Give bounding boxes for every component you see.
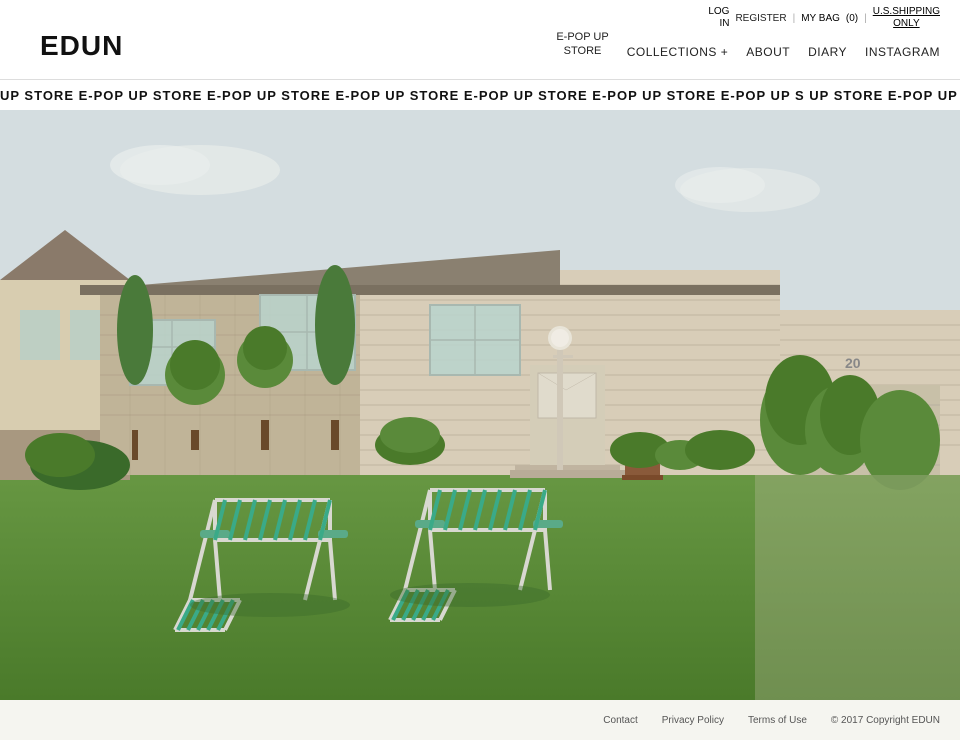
- nav-collections[interactable]: COLLECTIONS +: [627, 45, 729, 59]
- footer-privacy[interactable]: Privacy Policy: [662, 715, 724, 726]
- footer-terms[interactable]: Terms of Use: [748, 715, 807, 726]
- site-logo[interactable]: EDUN: [40, 30, 123, 62]
- us-shipping: U.S.SHIPPINGONLY: [873, 6, 940, 30]
- nav-epop[interactable]: E-POP UPSTORE: [556, 30, 608, 59]
- footer-copyright: © 2017 Copyright EDUN: [831, 715, 940, 726]
- ticker-bar: UP STORE E-POP UP STORE E-POP UP STORE E…: [0, 80, 960, 110]
- register-link[interactable]: REGISTER: [735, 13, 786, 24]
- top-bar: LOGIN REGISTER | MY BAG (0) | U.S.SHIPPI…: [0, 0, 960, 30]
- hero-image: 20: [0, 110, 960, 700]
- nav-about[interactable]: ABOUT: [746, 45, 790, 59]
- nav-diary[interactable]: DIARY: [808, 45, 847, 59]
- bag-count: (0): [846, 13, 858, 24]
- my-bag-label: MY BAG: [801, 13, 840, 24]
- ticker-text: UP STORE E-POP UP STORE E-POP UP STORE E…: [0, 88, 960, 103]
- footer: Contact Privacy Policy Terms of Use © 20…: [0, 700, 960, 740]
- svg-text:20: 20: [845, 355, 861, 371]
- log-in-label: LOGIN: [708, 6, 729, 30]
- main-nav: E-POP UPSTORE COLLECTIONS + ABOUT DIARY …: [0, 30, 960, 67]
- footer-contact[interactable]: Contact: [603, 715, 637, 726]
- divider2: |: [864, 13, 867, 24]
- divider1: |: [793, 13, 796, 24]
- nav-instagram[interactable]: INSTAGRAM: [865, 45, 940, 59]
